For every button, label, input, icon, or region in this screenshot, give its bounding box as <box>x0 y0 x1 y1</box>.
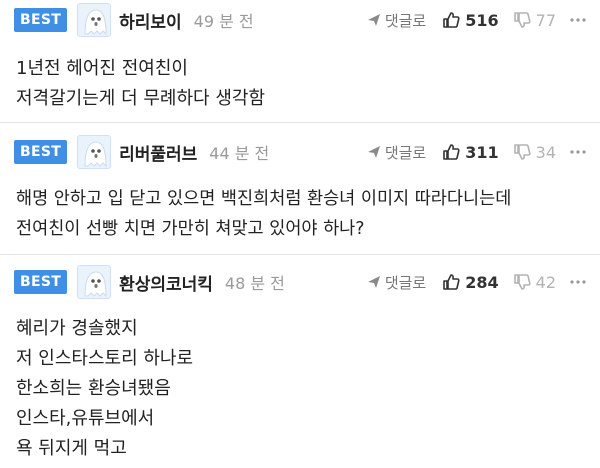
best-badge: BEST <box>14 270 68 294</box>
ghost-avatar-icon[interactable] <box>77 3 112 37</box>
thumbs-down-icon <box>513 274 531 290</box>
author-name[interactable]: 리버풀러브 <box>119 140 197 165</box>
comment-line: 저 인스타스토리 하나로 <box>16 348 194 369</box>
thumbs-up-icon <box>443 274 460 290</box>
author-name[interactable]: 환상의코너킥 <box>119 270 213 295</box>
thumbs-up-icon <box>443 144 460 160</box>
ghost-avatar-icon[interactable] <box>77 265 112 299</box>
reply-button[interactable]: 댓글로 <box>367 10 426 31</box>
like-count: 516 <box>465 10 499 30</box>
comment-line: 저격갈기는게 더 무례하다 생각함 <box>16 88 266 109</box>
like-count: 311 <box>465 142 499 162</box>
timestamp: 44 분 전 <box>209 144 270 163</box>
like-count: 284 <box>465 272 499 292</box>
comment-actions: 댓글로 311 34 <box>367 142 586 163</box>
dislike-count: 77 <box>535 10 556 30</box>
reply-arrow-icon <box>367 146 380 158</box>
comment-actions: 댓글로 516 77 <box>367 10 586 31</box>
like-button[interactable]: 516 <box>442 10 499 30</box>
best-badge: BEST <box>14 8 68 32</box>
reply-button[interactable]: 댓글로 <box>367 142 426 163</box>
thumbs-down-icon <box>513 144 531 160</box>
more-dots-icon[interactable] <box>570 18 586 22</box>
more-dots-icon[interactable] <box>570 150 586 154</box>
more-dots-icon[interactable] <box>570 280 586 284</box>
reply-label: 댓글로 <box>384 273 427 292</box>
comment-line: 혜리가 경솔했지 <box>16 318 138 339</box>
dislike-button[interactable]: 42 <box>513 273 556 292</box>
divider <box>0 122 600 123</box>
comment-line: 해명 안하고 입 닫고 있으면 백진희처럼 환승녀 이미지 따라다니는데 <box>16 189 512 209</box>
dislike-count: 34 <box>535 142 556 162</box>
like-button[interactable]: 311 <box>442 142 499 162</box>
divider <box>0 254 600 255</box>
dislike-count: 42 <box>535 272 556 292</box>
comment-line: 욕 뒤지게 먹고 <box>16 438 127 459</box>
thumbs-down-icon <box>513 12 531 28</box>
comment-line: 인스타,유튜브에서 <box>16 408 155 429</box>
comment-body: 해명 안하고 입 닫고 있으면 백진희처럼 환승녀 이미지 따라다니는데 전여친… <box>16 184 584 244</box>
comment-header: BEST 환상의코너킥 48 분 전 댓글로 284 42 <box>14 262 586 302</box>
comment-line: 한소희는 환승녀됐음 <box>16 378 171 399</box>
comment-body: 1년전 헤어진 전여친이 저격갈기는게 더 무례하다 생각함 <box>16 54 584 114</box>
comment-body: 혜리가 경솔했지 저 인스타스토리 하나로 한소희는 환승녀됐음 인스타,유튜브… <box>16 314 584 464</box>
comment-line: 1년전 헤어진 전여친이 <box>16 58 188 79</box>
ghost-avatar-icon[interactable] <box>77 135 112 169</box>
reply-button[interactable]: 댓글로 <box>367 272 426 293</box>
timestamp: 49 분 전 <box>193 12 254 31</box>
best-badge: BEST <box>14 140 68 164</box>
thumbs-up-icon <box>443 12 460 28</box>
timestamp: 48 분 전 <box>224 274 285 293</box>
dislike-button[interactable]: 34 <box>513 143 556 162</box>
dislike-button[interactable]: 77 <box>513 11 556 30</box>
reply-label: 댓글로 <box>384 143 427 162</box>
reply-arrow-icon <box>367 276 380 288</box>
like-button[interactable]: 284 <box>442 272 499 292</box>
reply-label: 댓글로 <box>384 11 427 30</box>
comment-header: BEST 리버풀러브 44 분 전 댓글로 311 34 <box>14 132 586 172</box>
comment-line: 전여친이 선빵 치면 가만히 쳐맞고 있어야 하나? <box>16 219 365 239</box>
reply-arrow-icon <box>367 14 380 26</box>
comment-actions: 댓글로 284 42 <box>367 272 586 293</box>
comment-header: BEST 하리보이 49 분 전 댓글로 516 77 <box>14 0 586 40</box>
author-name[interactable]: 하리보이 <box>119 8 182 33</box>
